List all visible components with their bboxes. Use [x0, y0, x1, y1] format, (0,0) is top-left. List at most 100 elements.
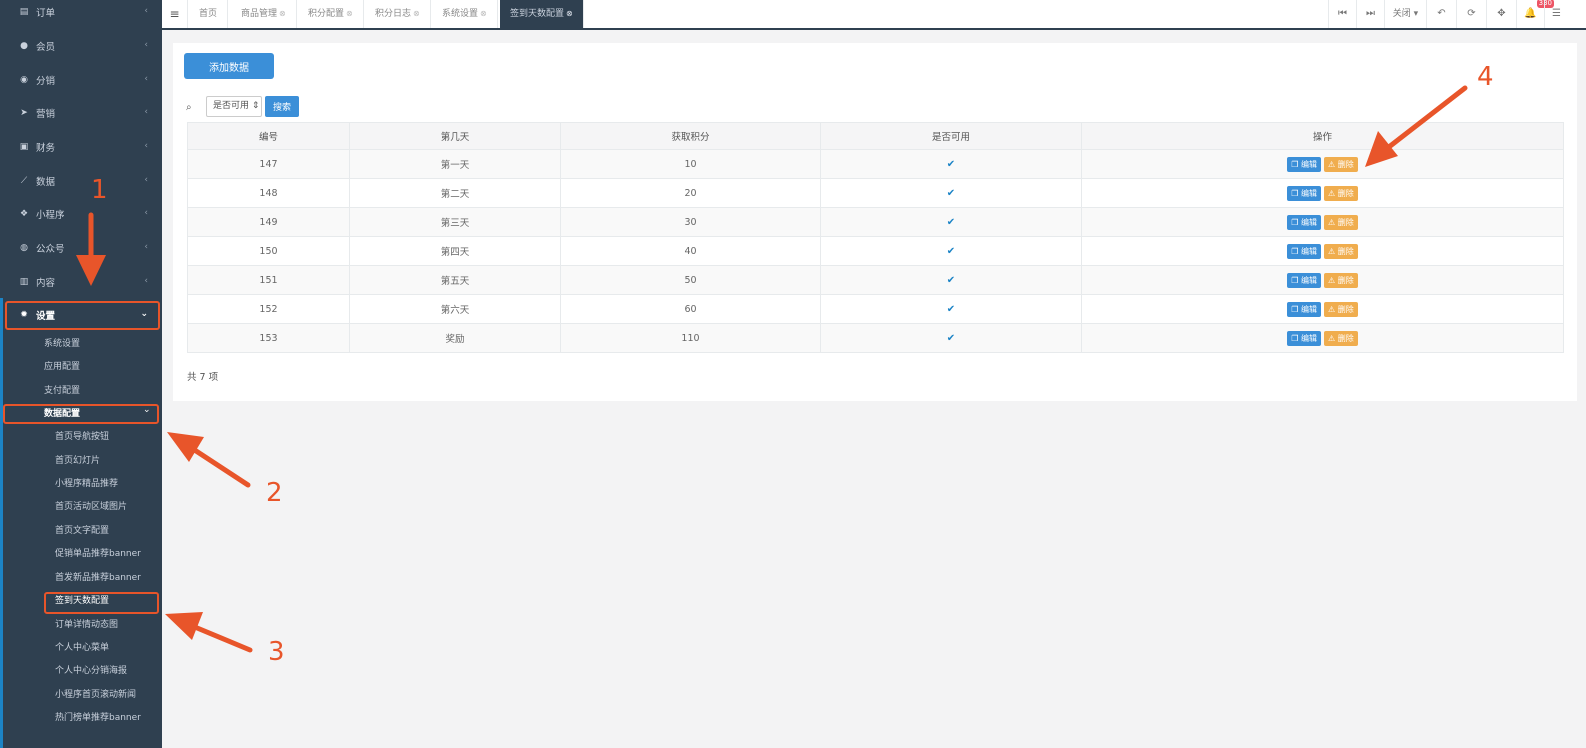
tab-label: 商品管理 — [241, 9, 278, 19]
col-id-header[interactable]: 编号 — [187, 122, 350, 150]
close-circle-icon[interactable]: ⊗ — [566, 9, 573, 18]
annotation-arrow-2 — [167, 432, 251, 488]
edit-button[interactable]: ❐ 编辑 — [1287, 185, 1321, 201]
line-chart-icon: ⟋ — [20, 176, 28, 186]
edit-button[interactable]: ❐ 编辑 — [1287, 330, 1321, 346]
delete-button[interactable]: ⚠ 删除 — [1324, 156, 1358, 172]
sort-icon: ⇕ — [251, 101, 260, 111]
delete-button[interactable]: ⚠ 删除 — [1324, 330, 1358, 346]
cell-enabled: ✔ — [820, 265, 1082, 295]
search-button[interactable]: 搜索 — [265, 96, 299, 117]
col-enabled-header[interactable]: 是否可用 — [820, 122, 1082, 150]
edit-button[interactable]: ❐ 编辑 — [1287, 301, 1321, 317]
edit-button[interactable]: ❐ 编辑 — [1287, 243, 1321, 259]
sidebar-item-content[interactable]: ▥ 内容 ‹ — [0, 267, 162, 297]
delete-label: 删除 — [1337, 304, 1354, 314]
sidebar-item-marketing[interactable]: ➤ 营销 ‹ — [0, 98, 162, 128]
cell-enabled: ✔ — [820, 149, 1082, 179]
sidebar-item-label: 分销 — [36, 76, 56, 87]
sidebar-leaf[interactable]: 个人中心分销海报 — [55, 662, 127, 680]
tab-points-config[interactable]: 积分配置 ⊗ — [298, 0, 364, 28]
sidebar-leaf[interactable]: 小程序首页滚动新闻 — [55, 686, 136, 704]
edit-label: 编辑 — [1301, 304, 1317, 314]
edit-button[interactable]: ❐ 编辑 — [1287, 272, 1321, 288]
cell-id: 151 — [187, 265, 350, 295]
enabled-filter-select[interactable]: 是否可用 ⇕ — [206, 96, 262, 117]
add-data-button[interactable]: 添加数据 — [184, 53, 274, 79]
close-circle-icon[interactable]: ⊗ — [480, 9, 487, 18]
sidebar-item-members[interactable]: ● 会员 ‹ — [0, 31, 162, 61]
sidebar-leaf[interactable]: 首页导航按钮 — [55, 428, 109, 446]
list-menu-icon[interactable]: ☰ — [1544, 0, 1568, 28]
col-points-header[interactable]: 获取积分 — [560, 122, 821, 150]
close-circle-icon[interactable]: ⊗ — [346, 9, 353, 18]
wechat-icon: ◍ — [20, 243, 28, 253]
sidebar-leaf[interactable]: 首页文字配置 — [55, 522, 109, 540]
close-circle-icon[interactable]: ⊗ — [413, 9, 420, 18]
tab-system-settings[interactable]: 系统设置 ⊗ — [432, 0, 498, 28]
sidebar-leaf[interactable]: 促销单品推荐banner — [55, 545, 141, 563]
tab-home[interactable]: 首页 — [189, 0, 229, 28]
sidebar-leaf[interactable]: 首页活动区域图片 — [55, 498, 127, 516]
check-icon: ✔ — [946, 216, 956, 228]
sidebar-leaf[interactable]: 订单详情动态图 — [55, 616, 118, 634]
menu-toggle-icon[interactable]: ≡ — [162, 0, 188, 28]
sidebar-leaf[interactable]: 首发新品推荐banner — [55, 569, 141, 587]
delete-button[interactable]: ⚠ 删除 — [1324, 272, 1358, 288]
scroll-right-icon[interactable]: ⏭ — [1356, 0, 1384, 28]
table-row: 147 第一天 10 ✔ ❐ 编辑 ⚠ 删除 — [187, 149, 1564, 179]
cell-points: 60 — [560, 294, 821, 324]
data-table: 编号 第几天 获取积分 是否可用 操作 147 第一天 10 ✔ ❐ 编辑 ⚠ 删除 148… — [187, 122, 1564, 353]
cell-points: 50 — [560, 265, 821, 295]
tab-checkin-config[interactable]: 签到天数配置 ⊗ — [500, 0, 584, 28]
sidebar-item-data[interactable]: ⟋ 数据 ‹ — [0, 166, 162, 196]
close-circle-icon[interactable]: ⊗ — [279, 9, 286, 18]
table-header-row: 编号 第几天 获取积分 是否可用 操作 — [187, 122, 1564, 150]
sidebar-item-distribution[interactable]: ◉ 分销 ‹ — [0, 65, 162, 95]
sidebar-leaf[interactable]: 首页幻灯片 — [55, 452, 100, 470]
fullscreen-icon[interactable]: ✥ — [1486, 0, 1516, 28]
cell-points: 110 — [560, 323, 821, 353]
sidebar-item-finance[interactable]: ▣ 财务 ‹ — [0, 132, 162, 162]
undo-icon[interactable]: ↶ — [1426, 0, 1456, 28]
sidebar-sub-app-config[interactable]: 应用配置 — [44, 358, 80, 376]
col-day-header[interactable]: 第几天 — [349, 122, 561, 150]
delete-button[interactable]: ⚠ 删除 — [1324, 301, 1358, 317]
delete-button[interactable]: ⚠ 删除 — [1324, 214, 1358, 230]
cell-day: 第六天 — [349, 294, 561, 324]
sidebar-leaf[interactable]: 个人中心菜单 — [55, 639, 109, 657]
refresh-icon[interactable]: ⟳ — [1456, 0, 1486, 28]
sidebar-sub-system-settings[interactable]: 系统设置 — [44, 335, 80, 353]
tab-product-management[interactable]: 商品管理 ⊗ — [231, 0, 297, 28]
edit-button[interactable]: ❐ 编辑 — [1287, 214, 1321, 230]
annotation-box-settings — [5, 301, 160, 330]
cell-actions: ❐ 编辑 ⚠ 删除 — [1081, 149, 1564, 179]
sidebar-item-official-account[interactable]: ◍ 公众号 ‹ — [0, 233, 162, 263]
close-dropdown[interactable]: 关闭 ▾ — [1384, 0, 1426, 28]
sidebar-item-orders[interactable]: ▤ 订单 ‹ — [0, 0, 162, 27]
delete-label: 删除 — [1337, 333, 1354, 343]
tab-points-log[interactable]: 积分日志 ⊗ — [365, 0, 431, 28]
users-icon: ◉ — [20, 75, 28, 85]
copy-icon: ❐ — [1291, 159, 1299, 169]
copy-icon: ❐ — [1291, 275, 1299, 285]
sidebar-item-miniprogram[interactable]: ❖ 小程序 ‹ — [0, 199, 162, 229]
delete-button[interactable]: ⚠ 删除 — [1324, 243, 1358, 259]
edit-label: 编辑 — [1301, 275, 1317, 285]
delete-button[interactable]: ⚠ 删除 — [1324, 185, 1358, 201]
warning-icon: ⚠ — [1328, 217, 1336, 227]
edit-button[interactable]: ❐ 编辑 — [1287, 156, 1321, 172]
sidebar-leaf[interactable]: 小程序精品推荐 — [55, 475, 118, 493]
sidebar-active-accent — [0, 298, 3, 748]
warning-icon: ⚠ — [1328, 246, 1336, 256]
sidebar-leaf[interactable]: 热门榜单推荐banner — [55, 709, 141, 727]
scroll-left-icon[interactable]: ⏮ — [1328, 0, 1356, 28]
cell-actions: ❐ 编辑 ⚠ 删除 — [1081, 294, 1564, 324]
chevron-left-icon: ‹ — [144, 242, 148, 252]
caret-down-icon: ▾ — [1413, 9, 1419, 19]
chevron-left-icon: ‹ — [144, 276, 148, 286]
copy-icon: ❐ — [1291, 188, 1299, 198]
bell-icon[interactable]: 🔔 330 — [1516, 0, 1554, 28]
sidebar-item-label: 营销 — [36, 109, 56, 120]
sidebar-sub-payment-config[interactable]: 支付配置 — [44, 382, 80, 400]
